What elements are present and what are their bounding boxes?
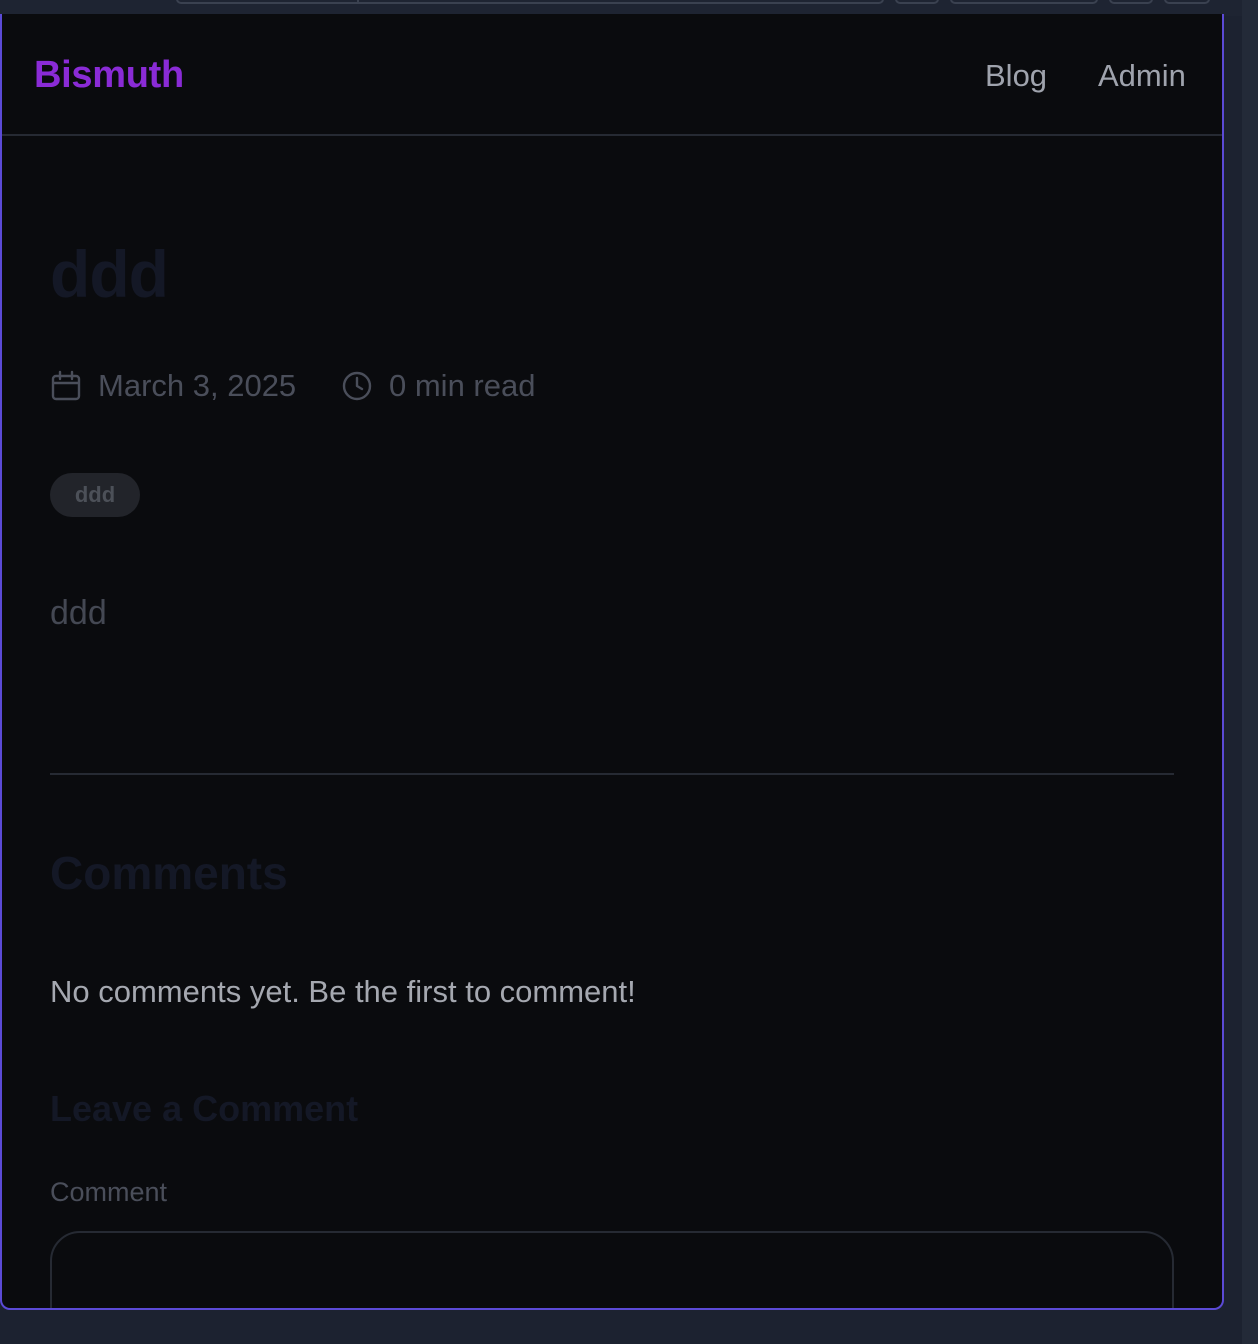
post-body: ddd: [50, 594, 107, 632]
toolbar-button[interactable]: [895, 0, 939, 4]
site-logo[interactable]: Bismuth: [34, 54, 184, 97]
post-read-time: 0 min read: [389, 368, 536, 403]
comment-field-label: Comment: [50, 1177, 168, 1207]
toolbar-button[interactable]: [1164, 0, 1210, 4]
comment-textarea[interactable]: [50, 1231, 1174, 1308]
nav-link-admin[interactable]: Admin: [1098, 58, 1186, 94]
post-date: March 3, 2025: [98, 368, 297, 403]
tag-badge[interactable]: ddd: [50, 473, 140, 517]
clock-icon: [342, 371, 372, 401]
calendar-icon: [51, 370, 81, 401]
nav-link-blog[interactable]: Blog: [985, 58, 1047, 94]
comment-form-heading: Leave a Comment: [50, 1088, 359, 1129]
address-bar-divider: [357, 0, 359, 4]
site-header: Bismuth Blog Admin: [2, 14, 1222, 136]
empty-comments-message: No comments yet. Be the first to comment…: [50, 974, 636, 1009]
comments-heading: Comments: [50, 847, 288, 899]
toolbar-button[interactable]: [950, 0, 1098, 4]
address-bar[interactable]: [176, 0, 884, 4]
window-gutter: [1242, 0, 1258, 1344]
toolbar-button[interactable]: [1109, 0, 1153, 4]
page-viewport: Bismuth Blog Admin ddd March 3, 2025 0 m…: [0, 14, 1224, 1310]
post-title: ddd: [50, 237, 169, 311]
section-divider: [50, 773, 1174, 775]
